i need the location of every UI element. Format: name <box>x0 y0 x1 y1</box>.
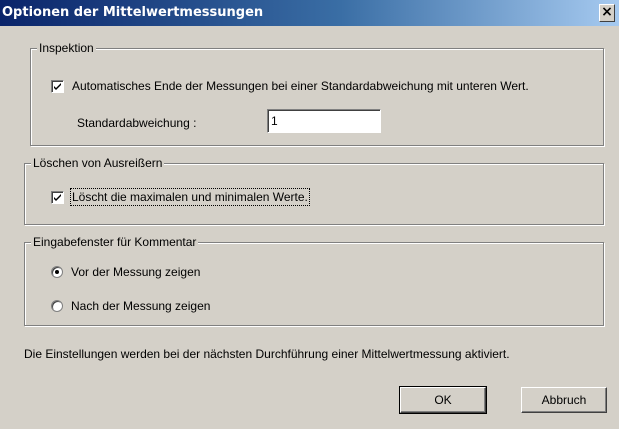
delete-outliers-label: Löscht die maximalen und minimalen Werte… <box>70 188 310 206</box>
close-button[interactable]: × <box>599 4 615 22</box>
auto-end-checkbox[interactable] <box>51 79 64 93</box>
close-icon: × <box>601 4 613 20</box>
checkmark-icon <box>54 193 61 201</box>
delete-outliers-checkbox[interactable] <box>51 190 64 204</box>
options-dialog: Optionen der Mittelwertmessungen × Inspe… <box>0 0 619 429</box>
radio-before-measurement[interactable]: Vor der Messung zeigen <box>51 265 200 279</box>
title-bar[interactable]: Optionen der Mittelwertmessungen × <box>0 0 619 26</box>
radio-after-label: Nach der Messung zeigen <box>71 299 211 313</box>
cancel-button[interactable]: Abbruch <box>521 387 607 413</box>
radio-after-button[interactable] <box>51 300 63 312</box>
outliers-group: Löschen von Ausreißern Löscht die maxima… <box>24 156 604 225</box>
delete-outliers-checkbox-row[interactable]: Löscht die maximalen und minimalen Werte… <box>51 188 310 206</box>
comment-window-legend: Eingabefenster für Kommentar <box>31 235 199 249</box>
radio-after-measurement[interactable]: Nach der Messung zeigen <box>51 299 210 313</box>
inspection-group: Inspektion Automatisches Ende der Messun… <box>30 41 604 146</box>
outliers-legend: Löschen von Ausreißern <box>31 156 165 170</box>
ok-button[interactable]: OK <box>399 386 487 414</box>
info-text: Die Einstellungen werden bei der nächste… <box>24 347 510 361</box>
auto-end-label: Automatisches Ende der Messungen bei ein… <box>72 79 529 93</box>
radio-selected-dot <box>55 270 59 274</box>
checkmark-icon <box>54 82 61 90</box>
std-deviation-label: Standardabweichung : <box>77 116 197 130</box>
auto-end-checkbox-row[interactable]: Automatisches Ende der Messungen bei ein… <box>51 79 529 93</box>
inspection-legend: Inspektion <box>37 41 96 55</box>
radio-before-button[interactable] <box>51 266 63 278</box>
window-title: Optionen der Mittelwertmessungen <box>2 5 264 20</box>
std-deviation-input[interactable] <box>267 109 381 133</box>
radio-before-label: Vor der Messung zeigen <box>71 265 201 279</box>
comment-window-group: Eingabefenster für Kommentar Vor der Mes… <box>24 235 604 326</box>
